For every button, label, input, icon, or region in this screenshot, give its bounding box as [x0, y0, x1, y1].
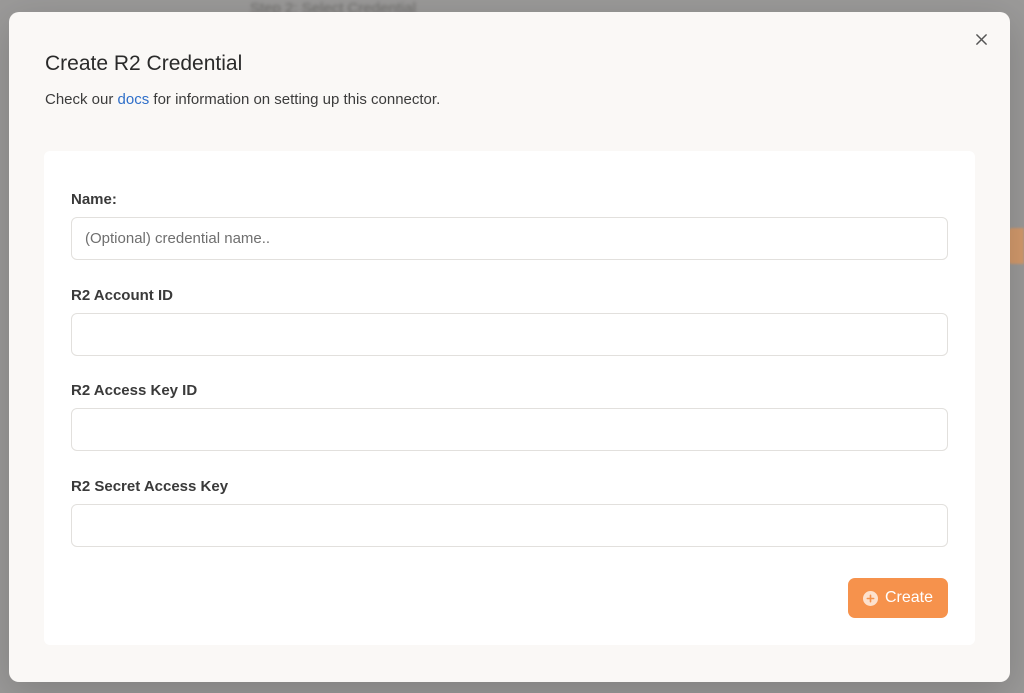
description-suffix: for information on setting up this conne… — [153, 91, 441, 108]
create-button-label: Create — [884, 589, 934, 606]
background-accent — [1008, 228, 1024, 264]
account-id-input[interactable] — [71, 313, 948, 356]
access-key-id-input[interactable] — [71, 408, 948, 451]
account-id-field: R2 Account ID — [71, 287, 948, 356]
name-input[interactable] — [71, 217, 948, 260]
modal-title: Create R2 Credential — [45, 52, 243, 75]
access-key-id-label: R2 Access Key ID — [71, 382, 198, 399]
account-id-label: R2 Account ID — [71, 287, 173, 304]
secret-access-key-label: R2 Secret Access Key — [71, 478, 229, 495]
secret-access-key-field: R2 Secret Access Key — [71, 478, 948, 547]
docs-link[interactable]: docs — [118, 91, 150, 108]
close-button[interactable] — [970, 28, 992, 50]
secret-access-key-input[interactable] — [71, 504, 948, 547]
modal-description: Check our docs for information on settin… — [45, 91, 440, 108]
name-field: Name: — [71, 191, 948, 260]
description-prefix: Check our — [45, 91, 114, 108]
access-key-id-field: R2 Access Key ID — [71, 382, 948, 451]
create-button[interactable]: Create — [848, 578, 948, 618]
close-icon — [975, 33, 987, 45]
create-credential-modal: Create R2 Credential Check our docs for … — [9, 12, 1010, 682]
credential-form: Name: R2 Account ID R2 Access Key ID R2 … — [44, 151, 975, 645]
plus-circle-icon — [862, 590, 878, 606]
name-label: Name: — [71, 191, 117, 208]
